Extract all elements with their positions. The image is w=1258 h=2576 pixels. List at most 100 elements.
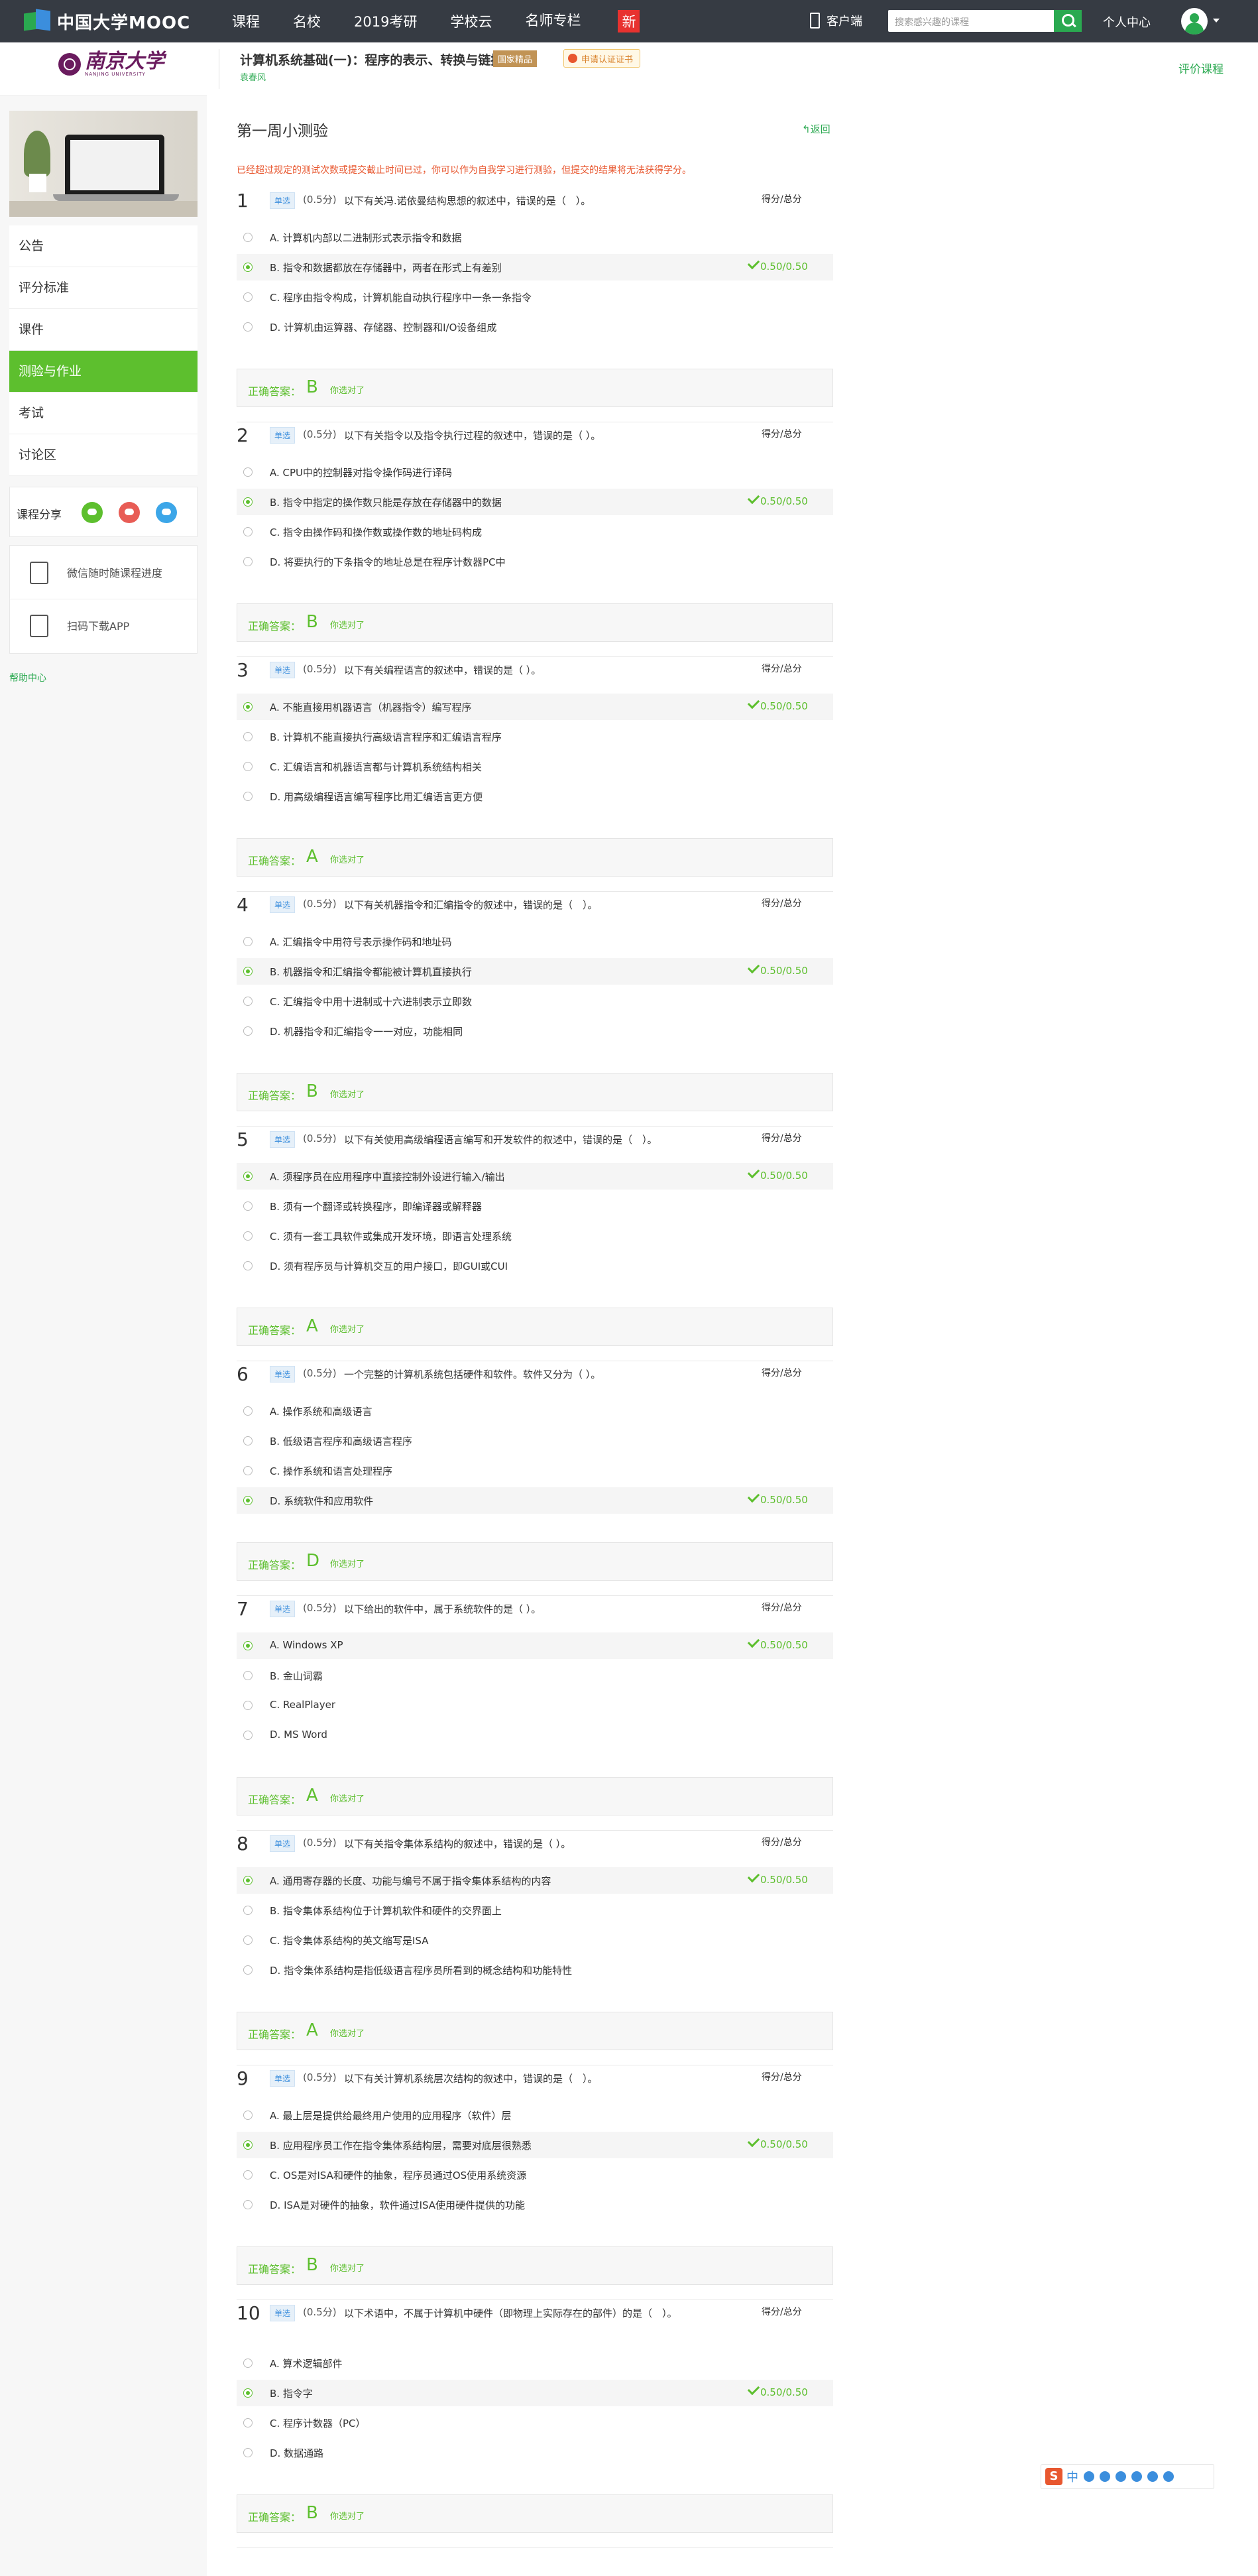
option-radio[interactable]	[243, 2111, 253, 2120]
option-radio[interactable]	[243, 1641, 253, 1650]
help-center-link[interactable]: 帮助中心	[9, 671, 46, 684]
option-radio[interactable]	[243, 1701, 253, 1710]
option-radio[interactable]	[243, 1261, 253, 1270]
option-c[interactable]: C. 汇编指令中用十进制或十六进制表示立即数	[237, 988, 833, 1014]
nav-link-kaoyan[interactable]: 2019考研	[354, 11, 417, 31]
option-radio[interactable]	[243, 702, 253, 711]
option-b[interactable]: B. 低级语言程序和高级语言程序	[237, 1428, 833, 1454]
option-radio[interactable]	[243, 967, 253, 976]
option-a[interactable]: A. 最上层是提供给最终用户使用的应用程序（软件）层	[237, 2102, 833, 2128]
option-radio[interactable]	[243, 937, 253, 946]
user-center-link[interactable]: 个人中心	[1103, 13, 1151, 31]
option-b[interactable]: B. 计算机不能直接执行高级语言程序和汇编语言程序	[237, 723, 833, 750]
option-radio[interactable]	[243, 1466, 253, 1475]
option-b[interactable]: B. 金山词霸	[237, 1662, 833, 1689]
wechat-follow-progress-link[interactable]: 微信随时随课程进度	[10, 546, 197, 599]
option-radio[interactable]	[243, 233, 253, 242]
option-a[interactable]: A. CPU中的控制器对指令操作码进行译码	[237, 459, 833, 485]
option-radio[interactable]	[243, 527, 253, 536]
back-link[interactable]: ↰返回	[802, 122, 830, 136]
sidebar-item-courseware[interactable]: 课件	[9, 309, 198, 351]
option-d[interactable]: D. 计算机由运算器、存储器、控制器和I/O设备组成	[237, 314, 833, 340]
option-b[interactable]: B. 指令和数据都放在存储器中，两者在形式上有差别 0.50/0.50	[237, 254, 833, 280]
search-input[interactable]: 搜索感兴趣的课程	[888, 10, 1082, 32]
chevron-down-icon[interactable]	[1213, 19, 1220, 23]
site-logo[interactable]: 中国大学MOOC	[24, 9, 190, 33]
sidebar-item-quizzes[interactable]: 测验与作业	[9, 351, 198, 393]
course-title[interactable]: 计算机系统基础(一)：程序的表示、转换与链接	[240, 50, 503, 68]
option-radio[interactable]	[243, 1436, 253, 1445]
option-d[interactable]: D. 系统软件和应用软件 0.50/0.50	[237, 1487, 833, 1514]
avatar[interactable]	[1181, 8, 1208, 34]
option-c[interactable]: C. 指令集体系结构的英文缩写是ISA	[237, 1927, 833, 1953]
option-radio[interactable]	[243, 1496, 253, 1505]
option-d[interactable]: D. 将要执行的下条指令的地址总是在程序计数器PC中	[237, 548, 833, 575]
option-b[interactable]: B. 指令集体系结构位于计算机软件和硬件的交界面上	[237, 1897, 833, 1924]
option-c[interactable]: C. 程序由指令构成，计算机能自动执行程序中一条一条指令	[237, 284, 833, 310]
option-radio[interactable]	[243, 1406, 253, 1416]
qq-icon[interactable]	[156, 502, 177, 523]
option-radio[interactable]	[243, 1671, 253, 1680]
option-b[interactable]: B. 指令字 0.50/0.50	[237, 2380, 833, 2406]
option-d[interactable]: D. 用高级编程语言编写程序比用汇编语言更方便	[237, 783, 833, 810]
option-radio[interactable]	[243, 2418, 253, 2427]
option-a[interactable]: A. 通用寄存器的长度、功能与编号不属于指令集体系结构的内容 0.50/0.50	[237, 1867, 833, 1894]
ime-emoji-icon[interactable]	[1084, 2471, 1094, 2482]
download-app-link[interactable]: 扫码下载APP	[10, 599, 197, 652]
option-b[interactable]: B. 指令中指定的操作数只能是存放在存储器中的数据 0.50/0.50	[237, 489, 833, 515]
nav-link-famous-teachers[interactable]: 名师专栏 新	[525, 10, 673, 32]
option-radio[interactable]	[243, 263, 253, 272]
sidebar-item-announcements[interactable]: 公告	[9, 225, 198, 267]
sidebar-item-exam[interactable]: 考试	[9, 393, 198, 434]
ime-skin-icon[interactable]	[1147, 2471, 1158, 2482]
weibo-icon[interactable]	[119, 502, 140, 523]
ime-tools-icon[interactable]	[1163, 2471, 1174, 2482]
sidebar-item-discussion[interactable]: 讨论区	[9, 434, 198, 476]
option-radio[interactable]	[243, 2140, 253, 2150]
apply-certificate-button[interactable]: 申请认证证书	[563, 49, 641, 68]
option-radio[interactable]	[243, 2170, 253, 2179]
ime-keyboard-icon[interactable]	[1115, 2471, 1126, 2482]
wechat-icon[interactable]	[82, 502, 103, 523]
nav-link-school-cloud[interactable]: 学校云	[450, 11, 492, 31]
ime-menu-icon[interactable]	[1131, 2471, 1142, 2482]
sidebar-item-grading[interactable]: 评分标准	[9, 267, 198, 309]
option-radio[interactable]	[243, 2448, 253, 2457]
option-radio[interactable]	[243, 1935, 253, 1945]
option-a[interactable]: A. 操作系统和高级语言	[237, 1398, 833, 1424]
option-a[interactable]: A. Windows XP 0.50/0.50	[237, 1632, 833, 1659]
option-radio[interactable]	[243, 322, 253, 332]
option-radio[interactable]	[243, 1231, 253, 1241]
option-c[interactable]: C. 须有一套工具软件或集成开发环境，即语言处理系统	[237, 1223, 833, 1249]
ime-voice-icon[interactable]	[1100, 2471, 1110, 2482]
option-radio[interactable]	[243, 1172, 253, 1181]
option-radio[interactable]	[243, 497, 253, 507]
option-d[interactable]: D. 须有程序员与计算机交互的用户接口，即GUI或CUI	[237, 1253, 833, 1279]
option-a[interactable]: A. 算术逻辑部件	[237, 2350, 833, 2376]
option-c[interactable]: C. RealPlayer	[237, 1692, 833, 1719]
option-c[interactable]: C. 程序计数器（PC）	[237, 2410, 833, 2436]
option-radio[interactable]	[243, 557, 253, 566]
option-c[interactable]: C. 指令由操作码和操作数或操作数的地址码构成	[237, 519, 833, 545]
option-radio[interactable]	[243, 2200, 253, 2209]
nav-link-courses[interactable]: 课程	[232, 11, 260, 31]
nav-link-schools[interactable]: 名校	[293, 11, 321, 31]
option-b[interactable]: B. 应用程序员工作在指令集体系结构层，需要对底层很熟悉 0.50/0.50	[237, 2132, 833, 2158]
option-c[interactable]: C. OS是对ISA和硬件的抽象，程序员通过OS使用系统资源	[237, 2162, 833, 2188]
option-a[interactable]: A. 不能直接用机器语言（机器指令）编写程序 0.50/0.50	[237, 694, 833, 720]
client-download-link[interactable]: 客户端	[810, 12, 862, 29]
university-logo[interactable]: 南京大学 NANJING UNIVERSITY	[58, 52, 164, 77]
option-radio[interactable]	[243, 2359, 253, 2368]
option-d[interactable]: D. 指令集体系结构是指低级语言程序员所看到的概念结构和功能特性	[237, 1957, 833, 1983]
option-radio[interactable]	[243, 1026, 253, 1036]
option-b[interactable]: B. 机器指令和汇编指令都能被计算机直接执行 0.50/0.50	[237, 958, 833, 985]
rate-course-link[interactable]: 评价课程	[1178, 60, 1224, 76]
option-radio[interactable]	[243, 292, 253, 302]
option-a[interactable]: A. 须程序员在应用程序中直接控制外设进行输入/输出 0.50/0.50	[237, 1163, 833, 1190]
option-a[interactable]: A. 汇编指令中用符号表示操作码和地址码	[237, 928, 833, 955]
option-a[interactable]: A. 计算机内部以二进制形式表示指令和数据	[237, 224, 833, 251]
option-radio[interactable]	[243, 1965, 253, 1975]
option-radio[interactable]	[243, 997, 253, 1006]
search-button[interactable]	[1054, 10, 1082, 32]
option-d[interactable]: D. MS Word	[237, 1722, 833, 1748]
